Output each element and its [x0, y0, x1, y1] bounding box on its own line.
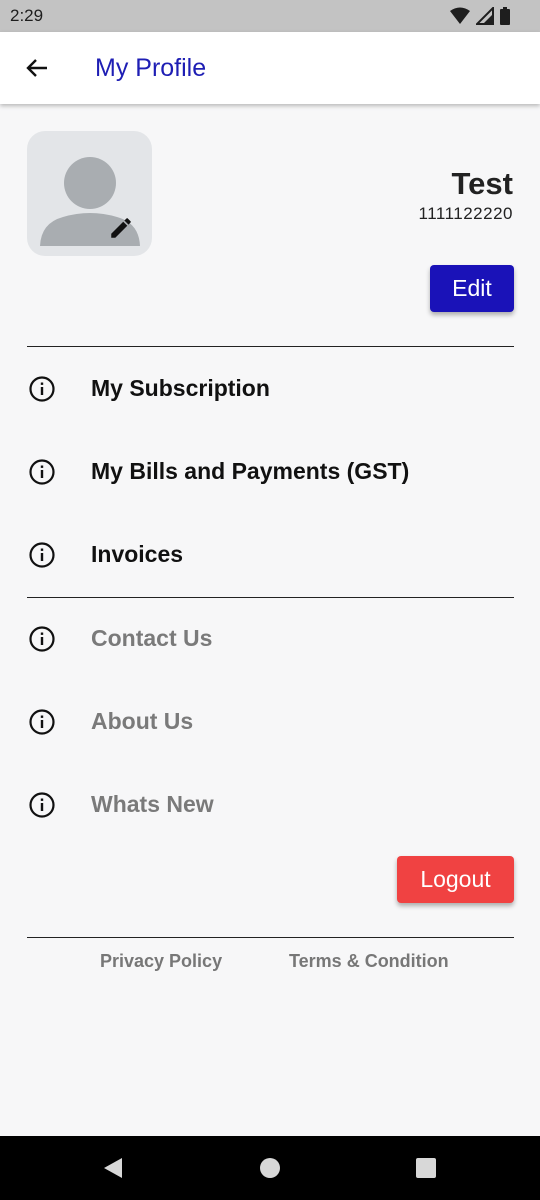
menu-item-label: My Subscription [91, 375, 270, 401]
menu-item-label: About Us [91, 708, 194, 734]
menu-item-whats-new[interactable]: Whats New [0, 775, 540, 835]
menu-item-label: Invoices [91, 541, 184, 567]
back-triangle-icon[interactable] [101, 1156, 125, 1180]
info-icon [29, 376, 55, 402]
app-bar: My Profile [0, 32, 540, 104]
edit-button[interactable]: Edit [430, 265, 514, 312]
privacy-policy-link[interactable]: Privacy Policy [100, 951, 222, 972]
divider [27, 346, 514, 347]
menu-item-invoices[interactable]: Invoices [0, 525, 540, 585]
menu-item-label: Contact Us [91, 625, 213, 651]
back-button[interactable] [18, 49, 56, 87]
info-icon [29, 626, 55, 652]
info-icon [29, 792, 55, 818]
divider [27, 597, 514, 598]
menu-item-bills-payments[interactable]: My Bills and Payments (GST) [0, 442, 540, 502]
signal-icon [476, 7, 494, 25]
page-title: My Profile [95, 54, 207, 82]
battery-icon [500, 7, 510, 25]
menu-item-contact-us[interactable]: Contact Us [0, 609, 540, 669]
wifi-icon [450, 7, 470, 24]
menu-item-my-subscription[interactable]: My Subscription [0, 359, 540, 419]
info-icon [29, 542, 55, 568]
navigation-bar [0, 1136, 540, 1200]
menu-item-about-us[interactable]: About Us [0, 692, 540, 752]
status-time: 2:29 [10, 6, 44, 25]
menu-item-label: My Bills and Payments (GST) [91, 458, 410, 484]
arrow-back-icon [26, 59, 47, 77]
status-bar: 2:29 [0, 0, 540, 32]
logout-button[interactable]: Logout [397, 856, 514, 903]
info-icon [29, 459, 55, 485]
menu-item-label: Whats New [91, 791, 214, 817]
status-icons [450, 6, 510, 26]
user-phone: 1111122220 [418, 204, 513, 223]
recents-square-icon[interactable] [414, 1156, 438, 1180]
home-circle-icon[interactable] [258, 1156, 282, 1180]
terms-condition-link[interactable]: Terms & Condition [289, 951, 449, 972]
info-icon [29, 709, 55, 735]
pencil-icon[interactable] [108, 215, 134, 241]
user-name: Test [451, 166, 513, 201]
divider [27, 937, 514, 938]
